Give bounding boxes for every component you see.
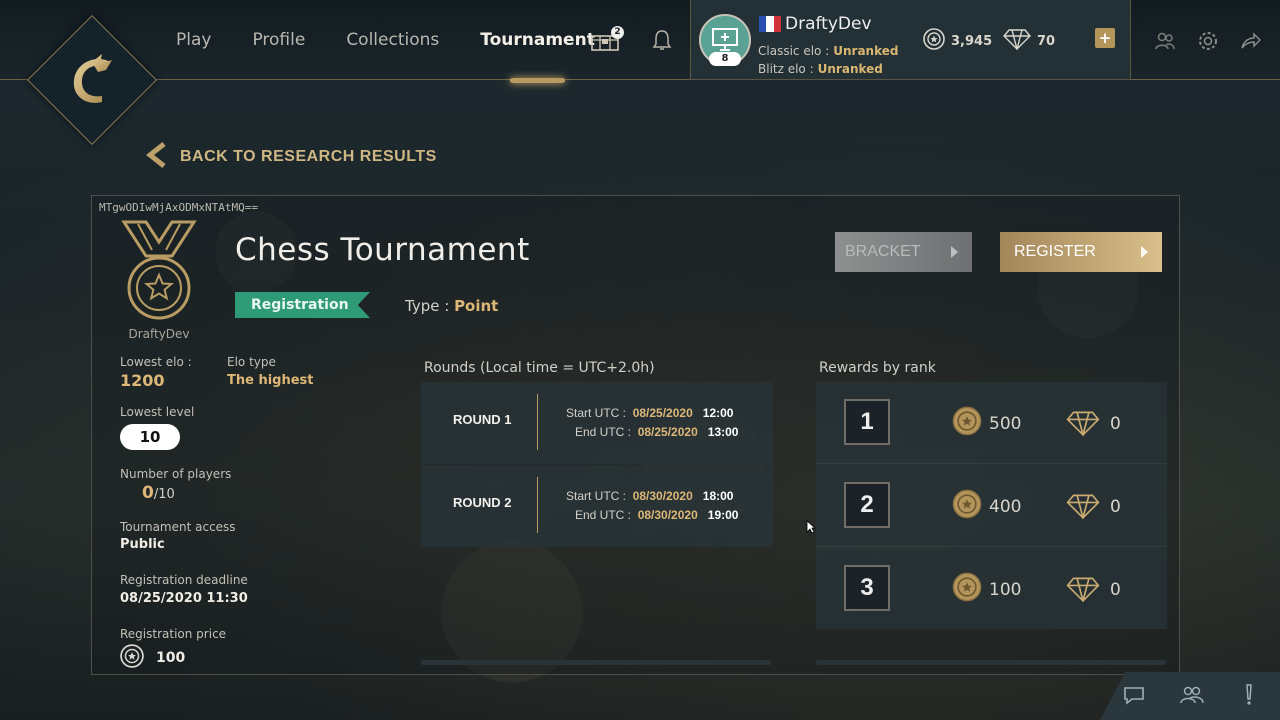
play-arrow-icon [1141, 246, 1148, 258]
register-button-label: REGISTER [1014, 243, 1096, 260]
reward-coins: 500 [989, 414, 1022, 434]
round-end: End UTC : 08/30/2020 19:00 [575, 508, 739, 522]
add-currency-button[interactable]: + [1095, 28, 1115, 48]
coin-icon [952, 572, 982, 606]
round-name: ROUND 1 [453, 412, 512, 427]
friends-icon[interactable] [1152, 28, 1178, 54]
reward-gems: 0 [1110, 497, 1121, 517]
nav-profile[interactable]: Profile [252, 30, 305, 50]
coin-icon [120, 644, 144, 672]
nav-collections[interactable]: Collections [346, 30, 439, 50]
france-flag-icon [759, 16, 781, 32]
price-label: Registration price [120, 627, 227, 641]
rounds-scrollbar[interactable] [421, 660, 771, 665]
main-nav: Play Profile Collections Tournament [176, 0, 636, 83]
dragon-logo-icon[interactable] [56, 44, 128, 116]
rank-badge: 1 [844, 399, 890, 445]
round-divider [537, 477, 538, 533]
bracket-button[interactable]: BRACKET [835, 232, 972, 272]
chevron-left-icon [145, 142, 168, 172]
community-icon[interactable] [1178, 683, 1206, 707]
status-badge: Registration [235, 292, 370, 318]
nav-play[interactable]: Play [176, 30, 211, 50]
elo-type-value: The highest [227, 373, 314, 388]
deadline-value: 08/25/2020 11:30 [120, 591, 248, 606]
alert-icon[interactable] [1240, 683, 1258, 707]
price-row: 100 [120, 644, 185, 672]
treasure-chest-icon[interactable]: 2 [588, 26, 624, 54]
reward-row: 2 400 0 [816, 465, 1167, 547]
medal-icon [120, 220, 198, 324]
reward-row: 3 100 0 [816, 548, 1167, 630]
round-card: ROUND 1 Start UTC : 08/25/2020 12:00 End… [421, 382, 773, 464]
players-count: 0/10 [142, 483, 175, 503]
reward-coins: 400 [989, 497, 1022, 517]
gem-amount: 70 [1037, 33, 1056, 49]
coin-icon [952, 406, 982, 440]
gem-balance: 70 [1003, 28, 1055, 54]
back-link-label: BACK TO RESEARCH RESULTS [180, 148, 437, 165]
tournament-type: Type : Point [405, 297, 499, 315]
lowest-level-label: Lowest level [120, 405, 195, 419]
round-start: Start UTC : 08/30/2020 18:00 [566, 489, 734, 503]
rewards-heading: Rewards by rank [819, 360, 936, 376]
rounds-heading: Rounds (Local time = UTC+2.0h) [424, 360, 655, 376]
round-start: Start UTC : 08/25/2020 12:00 [566, 406, 734, 420]
lowest-level-value: 10 [120, 424, 180, 450]
play-arrow-icon [951, 246, 958, 258]
profile-summary[interactable]: 8 DraftyDev Classic elo : Unranked Blitz … [690, 0, 1131, 80]
diamond-icon [1066, 410, 1100, 440]
rank-badge: 2 [844, 482, 890, 528]
organizer-name: DraftyDev [128, 327, 190, 341]
rank-badge: 3 [844, 565, 890, 611]
mouse-cursor-icon [806, 519, 817, 538]
username: DraftyDev [785, 14, 872, 34]
tournament-id: MTgwODIwMjAxODMxNTAtMQ== [99, 201, 258, 214]
coin-amount: 3,945 [951, 33, 993, 49]
round-end: End UTC : 08/25/2020 13:00 [575, 425, 739, 439]
price-value: 100 [156, 650, 186, 666]
classic-elo: Classic elo : Unranked [758, 44, 899, 58]
nav-tournament[interactable]: Tournament [480, 30, 595, 83]
gear-icon[interactable] [1195, 28, 1221, 54]
rewards-scrollbar[interactable] [816, 660, 1166, 665]
level-badge: 8 [709, 52, 741, 66]
players-label: Number of players [120, 467, 232, 481]
share-icon[interactable] [1237, 28, 1263, 54]
chat-icon[interactable] [1121, 683, 1147, 707]
lowest-elo-value: 1200 [120, 371, 165, 390]
diamond-icon [1066, 493, 1100, 523]
reward-coins: 100 [989, 580, 1022, 600]
coin-balance: 3,945 [923, 28, 992, 54]
rewards-list: 1 500 0 2 400 0 3 100 0 [816, 382, 1167, 629]
deadline-label: Registration deadline [120, 573, 248, 587]
lowest-elo-label: Lowest elo : [120, 355, 192, 369]
round-divider [537, 394, 538, 450]
coin-icon [923, 28, 945, 54]
chest-badge: 2 [611, 26, 624, 39]
back-to-results-link[interactable]: BACK TO RESEARCH RESULTS [145, 142, 437, 172]
diamond-icon [1066, 576, 1100, 606]
register-button[interactable]: REGISTER [1000, 232, 1162, 272]
round-name: ROUND 2 [453, 495, 512, 510]
bell-icon[interactable] [648, 26, 676, 54]
diamond-icon [1003, 28, 1031, 54]
coin-icon [952, 489, 982, 523]
round-card: ROUND 2 Start UTC : 08/30/2020 18:00 End… [421, 465, 773, 547]
elo-type-label: Elo type [227, 355, 276, 369]
access-value: Public [120, 537, 165, 552]
access-label: Tournament access [120, 520, 236, 534]
bracket-button-label: BRACKET [845, 243, 921, 260]
reward-gems: 0 [1110, 414, 1121, 434]
tournament-title: Chess Tournament [235, 232, 530, 268]
blitz-elo: Blitz elo : Unranked [758, 62, 883, 76]
reward-gems: 0 [1110, 580, 1121, 600]
reward-row: 1 500 0 [816, 382, 1167, 464]
